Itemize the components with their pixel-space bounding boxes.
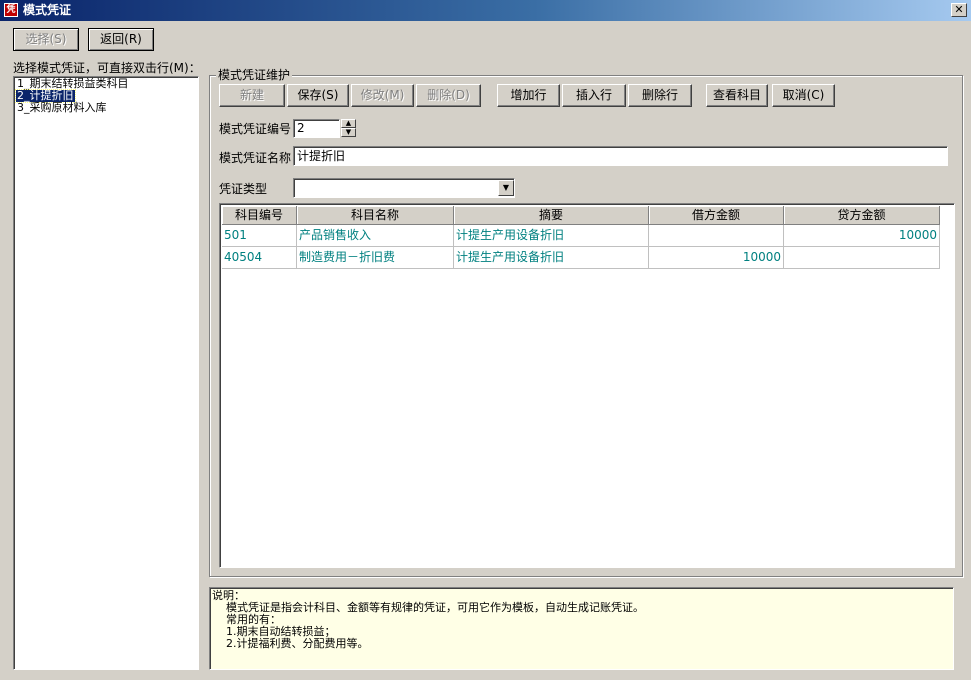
notes-panel: 说明： 模式凭证是指会计科目、金额等有规律的凭证，可用它作为模板，自动生成记账凭… (209, 587, 954, 670)
table-cell[interactable]: 10000 (649, 247, 784, 269)
col-header-credit[interactable]: 贷方金额 (784, 206, 940, 225)
table-cell[interactable] (784, 247, 940, 269)
close-button[interactable]: ✕ (951, 3, 967, 17)
select-button[interactable]: 选择(S) (13, 28, 79, 51)
spin-down-icon[interactable]: ▼ (341, 128, 356, 137)
table-cell[interactable]: 产品销售收入 (297, 225, 454, 247)
edit-button[interactable]: 修改(M) (351, 84, 414, 107)
table-cell[interactable]: 计提生产用设备折旧 (454, 225, 649, 247)
notes-line: 2.计提福利费、分配费用等。 (212, 637, 369, 650)
spin-up-icon[interactable]: ▲ (341, 119, 356, 128)
code-value: 2 (297, 121, 305, 135)
voucher-app-icon: 凭 (4, 3, 18, 17)
col-header-subject-code[interactable]: 科目编号 (222, 206, 297, 225)
window-title: 模式凭证 (23, 3, 72, 17)
code-input[interactable]: 2 (293, 119, 340, 138)
detail-grid[interactable]: 科目编号 科目名称 摘要 借方金额 贷方金额 501 产品销售收入 计提生产用设… (219, 203, 955, 568)
maintenance-group-title: 模式凭证维护 (216, 68, 293, 82)
col-header-summary[interactable]: 摘要 (454, 206, 649, 225)
name-input[interactable]: 计提折旧 (293, 146, 948, 166)
name-value: 计提折旧 (297, 149, 346, 163)
table-cell[interactable]: 40504 (222, 247, 297, 269)
code-label: 模式凭证编号 (219, 122, 292, 136)
col-header-subject-name[interactable]: 科目名称 (297, 206, 454, 225)
table-cell[interactable]: 制造费用－折旧费 (297, 247, 454, 269)
template-list[interactable]: 1_期末结转损益类科目 2_计提折旧 3_采购原材料入库 (13, 76, 199, 670)
view-subject-button[interactable]: 查看科目 (706, 84, 768, 107)
table-cell[interactable]: 计提生产用设备折旧 (454, 247, 649, 269)
type-label: 凭证类型 (219, 182, 268, 196)
title-bar: 凭 模式凭证 ✕ (0, 0, 971, 21)
new-button[interactable]: 新建 (219, 84, 285, 107)
dropdown-arrow-icon[interactable]: ▼ (498, 180, 514, 196)
cancel-button[interactable]: 取消(C) (772, 84, 835, 107)
name-label: 模式凭证名称 (219, 151, 292, 165)
type-select[interactable] (293, 178, 515, 198)
save-button[interactable]: 保存(S) (287, 84, 349, 107)
back-button[interactable]: 返回(R) (88, 28, 154, 51)
table-cell[interactable] (649, 225, 784, 247)
add-row-button[interactable]: 增加行 (497, 84, 560, 107)
table-cell[interactable]: 501 (222, 225, 297, 247)
table-cell[interactable]: 10000 (784, 225, 940, 247)
template-list-prompt: 选择模式凭证，可直接双击行(M)： (13, 61, 201, 75)
insert-row-button[interactable]: 插入行 (562, 84, 626, 107)
col-header-debit[interactable]: 借方金额 (649, 206, 784, 225)
list-item[interactable]: 3_采购原材料入库 (16, 102, 108, 114)
delete-row-button[interactable]: 删除行 (628, 84, 692, 107)
delete-button[interactable]: 删除(D) (416, 84, 481, 107)
